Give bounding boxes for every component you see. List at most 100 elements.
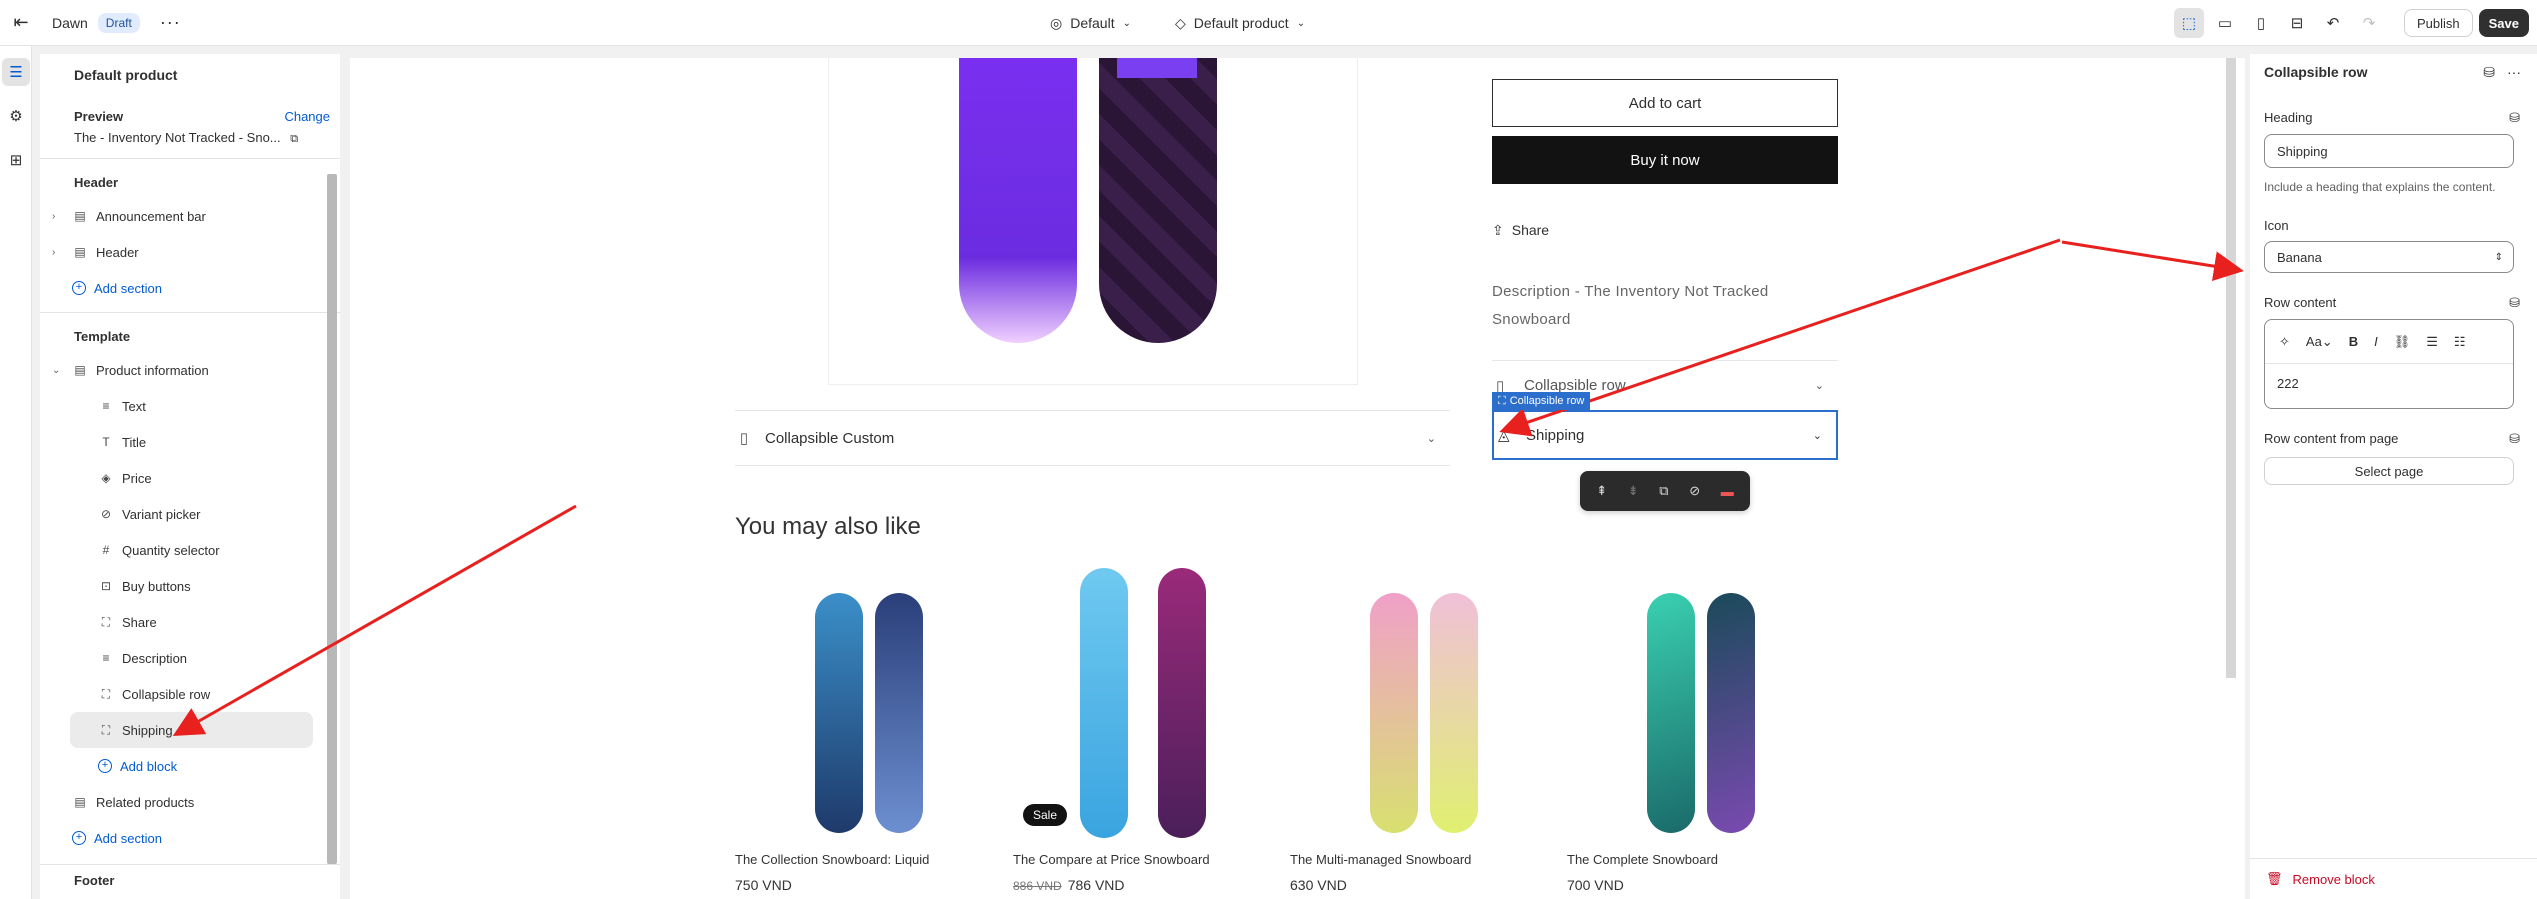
icon-select[interactable]: Banana ⇕ [2264, 241, 2514, 273]
block-label: Buy buttons [122, 578, 191, 594]
product-price: 630 VND [1290, 877, 1347, 893]
product-image [828, 58, 1358, 385]
move-up-icon[interactable]: ⇞ [1596, 483, 1607, 499]
magic-icon[interactable]: ✧ [2279, 334, 2290, 350]
product-card-title: The Multi-managed Snowboard [1290, 852, 1472, 867]
text-format-icon[interactable]: Aa⌄ [2306, 334, 2333, 350]
sidebar-item-label: Header [96, 244, 139, 260]
product-card[interactable]: The Collection Snowboard: Liquid 750 VND [735, 568, 993, 893]
exit-icon[interactable]: ⇤ [4, 6, 38, 40]
product-card-price: 750 VND [735, 877, 993, 893]
add-section-button[interactable]: + Add section [40, 820, 312, 856]
template-selector[interactable]: ◇ Default product ⌄ [1175, 15, 1305, 32]
chevron-right-icon[interactable]: › [52, 211, 64, 222]
section-icon: ▤ [74, 245, 86, 259]
add-section-label: Add section [94, 830, 162, 846]
delete-icon[interactable]: ▬ [1721, 484, 1734, 499]
chevron-down-icon: ⌄ [1122, 17, 1131, 29]
block-icon: ⛶ [101, 614, 111, 629]
sidebar-item-header[interactable]: › ▤ Header [40, 234, 312, 270]
sidebar-item-announcement-bar[interactable]: › ▤ Announcement bar [40, 198, 312, 234]
product-card-image [735, 568, 993, 838]
dynamic-source-icon[interactable]: ⛁ [2509, 295, 2520, 311]
block-item-selected[interactable]: ⛶ Shipping [70, 712, 313, 748]
bullet-list-icon[interactable]: ☰ [2426, 334, 2438, 350]
hide-icon[interactable]: ⊘ [1689, 483, 1700, 499]
italic-icon[interactable]: I [2374, 334, 2378, 349]
block-item[interactable]: ≡ Text [40, 388, 312, 424]
add-section-button[interactable]: + Add section [40, 270, 312, 306]
block-item[interactable]: ⛶ Share [40, 604, 312, 640]
dynamic-source-icon[interactable]: ⛁ [2509, 431, 2520, 447]
select-page-button[interactable]: Select page [2264, 457, 2514, 485]
block-label: Collapsible row [122, 686, 211, 702]
numbered-list-icon[interactable]: ☷ [2454, 334, 2466, 350]
dynamic-source-icon[interactable]: ⛁ [2509, 110, 2520, 126]
sidebar-item-product-information[interactable]: ⌄ ▤ Product information [40, 352, 312, 388]
share-button[interactable]: ⇪ Share [1492, 222, 1549, 239]
product-card[interactable]: The Multi-managed Snowboard 630 VND [1290, 568, 1548, 893]
header-group-title: Header [74, 175, 119, 190]
chevron-down-icon: ⌄ [1426, 432, 1436, 445]
settings-icon[interactable]: ⚙ [2, 102, 30, 130]
more-icon[interactable]: ··· [2507, 64, 2521, 81]
row-content-page-label-row: Row content from page ⛁ [2250, 431, 2520, 447]
bold-icon[interactable]: B [2349, 334, 2358, 349]
fullwidth-icon[interactable]: ⊟ [2282, 8, 2312, 38]
remove-block-button[interactable]: 🗑 Remove block [2250, 858, 2537, 899]
price-icon: ◈ [101, 471, 111, 485]
row-content-editor[interactable]: ✧ Aa⌄ B I ⛓ ☰ ☷ 222 [2264, 319, 2514, 409]
duplicate-icon[interactable]: ⧉ [1659, 483, 1668, 499]
block-item[interactable]: ◈ Price [40, 460, 312, 496]
save-button[interactable]: Save [2478, 9, 2529, 37]
more-icon[interactable]: ··· [160, 12, 181, 33]
undo-icon[interactable]: ↶ [2318, 8, 2348, 38]
add-to-cart-button[interactable]: Add to cart [1492, 79, 1838, 127]
collapsible-custom-row[interactable]: ▯ Collapsible Custom ⌄ [735, 410, 1450, 466]
product-price: 750 VND [735, 877, 792, 893]
block-item[interactable]: ⊡ Buy buttons [40, 568, 312, 604]
external-link-icon[interactable]: ⧉ [290, 133, 298, 145]
add-block-button[interactable]: + Add block [40, 748, 312, 784]
shipping-row-label: Shipping [1526, 426, 1585, 444]
canvas-scrollbar[interactable] [2226, 58, 2236, 678]
product-card[interactable]: The Complete Snowboard 700 VND [1567, 568, 1825, 893]
move-down-icon[interactable]: ⇟ [1628, 483, 1639, 499]
preview-product[interactable]: The - Inventory Not Tracked - Sno... ⧉ [40, 124, 340, 146]
redo-icon[interactable]: ↷ [2354, 8, 2384, 38]
rte-toolbar: ✧ Aa⌄ B I ⛓ ☰ ☷ [2265, 320, 2513, 364]
sidebar-scrollbar[interactable] [327, 174, 337, 864]
product-card-title: The Complete Snowboard [1567, 852, 1719, 867]
product-card[interactable]: Sale The Compare at Price Snowboard 886 … [1013, 568, 1271, 893]
product-card-image: Sale [1013, 568, 1271, 838]
heading-input[interactable]: Shipping [2264, 134, 2514, 168]
publish-button[interactable]: Publish [2403, 9, 2473, 37]
shipping-row-selected[interactable]: ◬ Shipping ⌄ [1492, 410, 1838, 460]
change-link[interactable]: Change [284, 109, 330, 124]
theme-selector[interactable]: ◎ Default ⌄ [1050, 15, 1131, 32]
chevron-right-icon[interactable]: › [52, 247, 64, 258]
snowboard-image [1099, 58, 1217, 343]
sidebar-item-related-products[interactable]: ▤ Related products [40, 784, 312, 820]
block-item[interactable]: ≡ Description [40, 640, 312, 676]
theme-selector-label: Default [1070, 15, 1115, 31]
panel-title: Collapsible row [2264, 64, 2368, 80]
row-content-value[interactable]: 222 [2265, 364, 2513, 391]
snowboard-image [1370, 593, 1418, 833]
inspector-icon[interactable]: ⬚ [2173, 8, 2204, 38]
desktop-icon[interactable]: ▭ [2210, 8, 2240, 38]
database-icon[interactable]: ⛁ [2483, 64, 2495, 81]
mobile-icon[interactable]: ▯ [2246, 8, 2276, 38]
block-item[interactable]: T Title [40, 424, 312, 460]
sections-sidebar: Default product Preview Change The - Inv… [40, 54, 340, 899]
block-item[interactable]: # Quantity selector [40, 532, 312, 568]
link-icon[interactable]: ⛓ [2394, 334, 2411, 350]
apps-icon[interactable]: ⊞ [2, 146, 30, 174]
block-item[interactable]: ⛶ Collapsible row [40, 676, 312, 712]
buy-it-now-button[interactable]: Buy it now [1492, 136, 1838, 184]
product-description: Description - The Inventory Not Tracked … [1492, 283, 1769, 328]
add-section-label: Add section [94, 280, 162, 296]
block-item[interactable]: ⊘ Variant picker [40, 496, 312, 532]
sections-icon[interactable]: ☰ [2, 58, 30, 86]
chevron-down-icon[interactable]: ⌄ [52, 365, 64, 376]
